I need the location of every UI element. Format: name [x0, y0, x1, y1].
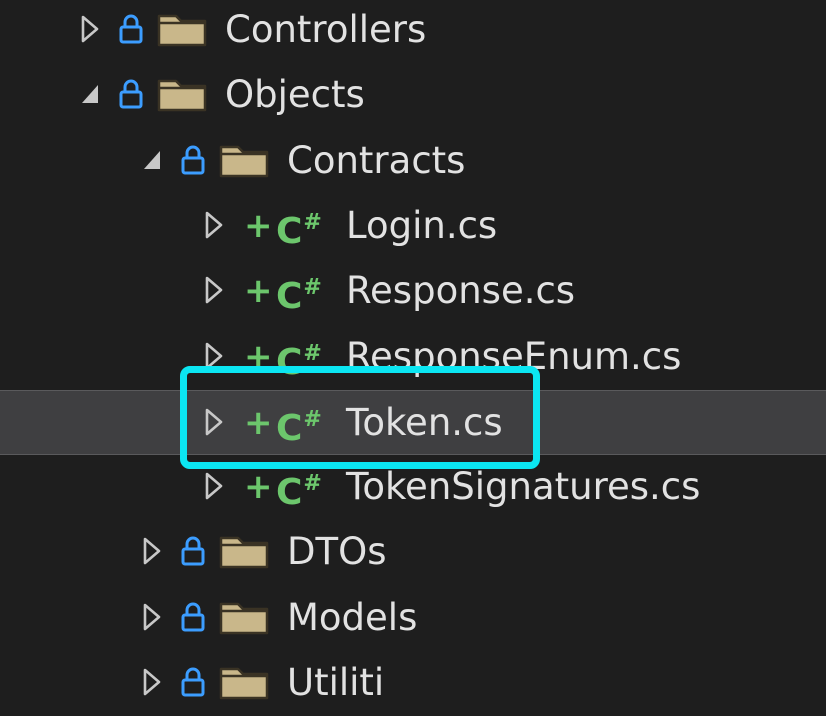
tree-item-label: Controllers [225, 8, 427, 51]
tree-folder-item[interactable]: Contracts [0, 129, 826, 194]
folder-icon [156, 75, 208, 113]
folder-icon [218, 663, 270, 701]
lock-icon [180, 665, 206, 699]
added-file-plus-icon: + [244, 271, 273, 312]
tree-item-label: Utiliti [287, 661, 385, 704]
csharp-file-icon: C# [276, 275, 322, 318]
collapse-arrow-icon[interactable] [202, 273, 226, 307]
collapse-arrow-icon[interactable] [78, 12, 102, 46]
tree-folder-item[interactable]: Objects [0, 63, 826, 128]
tree-item-label: TokenSignatures.cs [346, 465, 701, 509]
collapse-arrow-icon[interactable] [202, 339, 226, 373]
lock-icon [118, 77, 144, 111]
csharp-file-icon: C# [276, 209, 322, 252]
collapse-arrow-icon[interactable] [140, 600, 164, 634]
tree-item-label: Response.cs [346, 269, 576, 313]
tree-file-item[interactable]: + C# Login.cs [0, 194, 826, 259]
tree-file-item[interactable]: + C# Token.cs [0, 389, 826, 455]
tree-item-label: Login.cs [346, 203, 498, 247]
collapse-arrow-icon[interactable] [202, 469, 226, 503]
collapse-arrow-icon[interactable] [140, 534, 164, 568]
added-file-plus-icon: + [244, 467, 273, 508]
folder-icon [218, 532, 270, 570]
added-file-plus-icon: + [244, 205, 273, 246]
folder-icon [156, 10, 208, 48]
tree-item-label: Objects [225, 73, 365, 117]
expand-arrow-icon[interactable] [140, 143, 164, 177]
lock-icon [180, 534, 206, 568]
tree-folder-item[interactable]: Utiliti [0, 651, 826, 716]
lock-icon [118, 12, 144, 46]
csharp-file-icon: C# [276, 340, 322, 383]
folder-icon [218, 598, 270, 636]
tree-item-label: DTOs [287, 530, 387, 574]
expand-arrow-icon[interactable] [78, 77, 102, 111]
lock-icon [180, 600, 206, 634]
csharp-file-icon: C# [276, 406, 322, 449]
tree-folder-item[interactable]: Controllers [0, 0, 826, 63]
tree-file-item[interactable]: + C# ResponseEnum.cs [0, 325, 826, 390]
added-file-plus-icon: + [244, 336, 273, 377]
tree-item-label: Contracts [287, 138, 466, 182]
tree-folder-item[interactable]: DTOs [0, 520, 826, 585]
collapse-arrow-icon[interactable] [140, 665, 164, 699]
csharp-file-icon: C# [276, 471, 322, 514]
folder-icon [218, 141, 270, 179]
tree-file-item[interactable]: + C# TokenSignatures.cs [0, 455, 826, 520]
tree-file-item[interactable]: + C# Response.cs [0, 259, 826, 324]
lock-icon [180, 143, 206, 177]
added-file-plus-icon: + [244, 402, 273, 443]
tree-item-label: ResponseEnum.cs [346, 334, 682, 378]
tree-item-label: Models [287, 595, 418, 639]
tree-item-label: Token.cs [346, 400, 503, 444]
solution-explorer-tree: Controllers Objects Contracts + C# Login.cs + C… [0, 0, 826, 704]
collapse-arrow-icon[interactable] [202, 208, 226, 242]
tree-folder-item[interactable]: Models [0, 586, 826, 651]
collapse-arrow-icon[interactable] [202, 405, 226, 439]
